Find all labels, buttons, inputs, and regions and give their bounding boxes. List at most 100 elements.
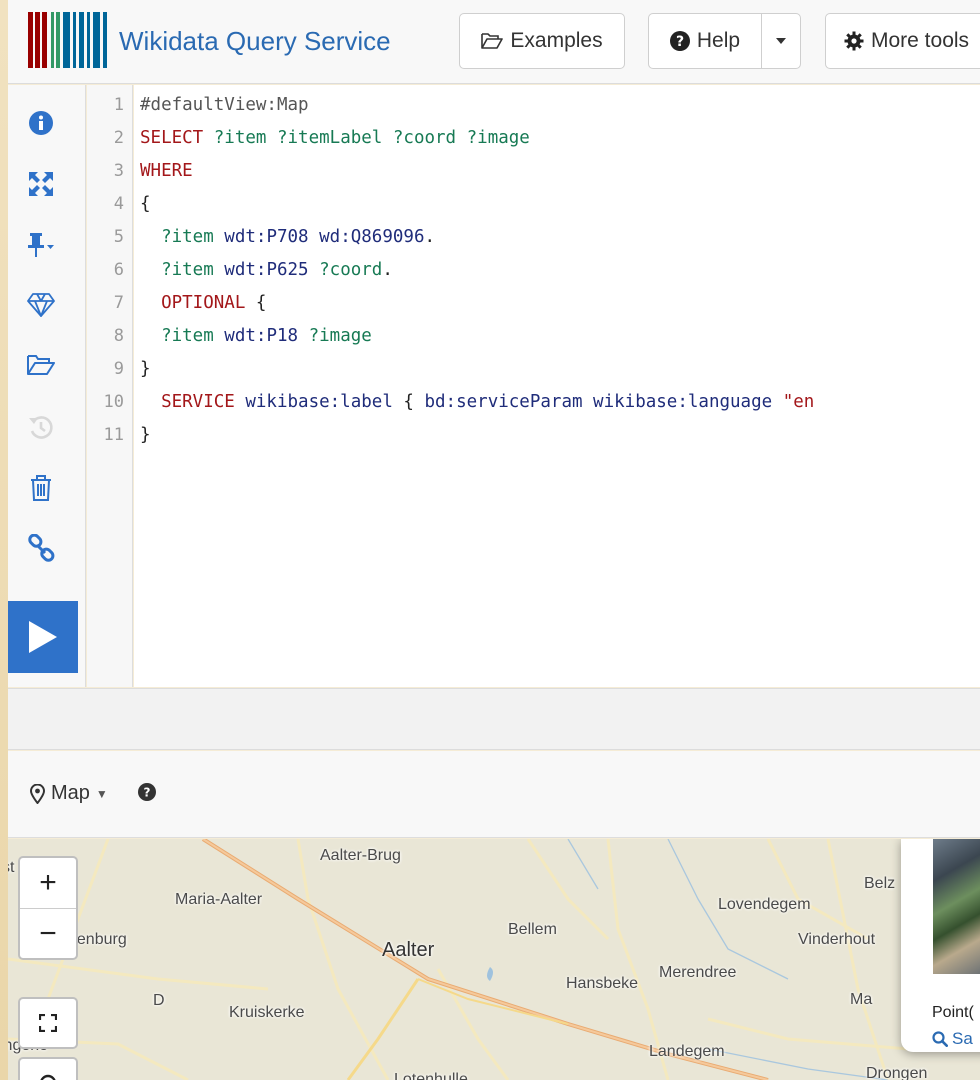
- results-map[interactable]: st Aalter-Brug Maria-Aalter Belz Lovende…: [8, 839, 980, 1080]
- navbar: Wikidata Query Service Examples ? Help M…: [8, 0, 980, 84]
- map-place-label: Vinderhout: [798, 931, 876, 948]
- help-label: Help: [696, 29, 741, 52]
- question-circle-icon: ?: [669, 31, 690, 51]
- code-line: SERVICE wikibase:label { bd:serviceParam…: [140, 386, 814, 419]
- query-helper-button[interactable]: [21, 285, 61, 325]
- map-place-label: Kruiskerke: [229, 1004, 305, 1021]
- map-place-label: Bellem: [508, 921, 557, 938]
- more-tools-button[interactable]: More tools: [825, 13, 980, 69]
- code-token: {: [255, 293, 267, 313]
- map-place-label: Aalter-Brug: [320, 847, 401, 864]
- expand-icon: [29, 172, 53, 196]
- line-number: 11: [103, 425, 124, 445]
- query-editor[interactable]: #defaultView:Map SELECT ?item ?itemLabel …: [134, 85, 980, 687]
- code-token: #defaultView:Map: [140, 95, 309, 115]
- code-token: wdt:P18: [224, 326, 309, 346]
- zoom-in-button[interactable]: +: [20, 858, 76, 908]
- folder-open-icon: [481, 33, 504, 49]
- map-place-label: Aalter: [382, 939, 435, 961]
- popup-coordinate: Point(: [932, 1004, 974, 1021]
- locate-button[interactable]: [18, 1057, 78, 1080]
- code-token: ?coord: [319, 260, 383, 280]
- map-place-label: Drongen: [866, 1065, 928, 1080]
- line-number: 2: [113, 128, 124, 148]
- code-line: {: [140, 188, 151, 221]
- code-token: WHERE: [140, 161, 193, 181]
- help-button[interactable]: ? Help: [648, 13, 762, 69]
- examples-button[interactable]: Examples: [459, 13, 625, 69]
- map-place-label: Lotenhulle: [394, 1071, 468, 1080]
- code-token: }: [140, 359, 151, 379]
- map-marker-icon: [30, 783, 45, 804]
- help-dropdown-toggle[interactable]: [761, 13, 801, 69]
- code-line: }: [140, 419, 151, 452]
- zoom-out-button[interactable]: −: [20, 908, 76, 958]
- link-icon: [28, 534, 55, 562]
- map-place-label: Lovendegem: [718, 896, 811, 913]
- popup-search-label: Sa: [952, 1029, 973, 1048]
- code-token: ?item: [140, 326, 225, 346]
- editor-status-bar: [8, 688, 980, 750]
- editor-toolbar: [8, 85, 86, 687]
- svg-text:?: ?: [676, 34, 684, 50]
- popup-search-link[interactable]: Sa: [932, 1029, 973, 1049]
- map-place-label: Maria-Aalter: [175, 891, 263, 908]
- code-token: wikibase:label: [245, 392, 404, 412]
- fullscreen-icon: [39, 1014, 57, 1032]
- map-place-label: Merendree: [659, 964, 737, 981]
- line-number-gutter: 1 2 3 4 5 6 7 8 9 10 11: [87, 85, 133, 687]
- code-token: SERVICE: [140, 392, 246, 412]
- line-number: 9: [113, 359, 124, 379]
- code-token: ?image: [308, 326, 372, 346]
- zoom-control: + −: [18, 856, 78, 960]
- fullscreen-button[interactable]: [18, 997, 78, 1049]
- code-token: SELECT: [140, 128, 214, 148]
- examples-label: Examples: [510, 29, 603, 52]
- play-icon: [29, 621, 57, 653]
- code-token: }: [140, 425, 151, 445]
- code-line: }: [140, 353, 151, 386]
- code-token: {: [403, 392, 425, 412]
- info-button[interactable]: [21, 103, 61, 143]
- gem-icon: [27, 293, 55, 317]
- code-line: WHERE: [140, 155, 193, 188]
- line-number: 4: [113, 194, 124, 214]
- app-title[interactable]: Wikidata Query Service: [119, 26, 391, 57]
- popup-image[interactable]: [933, 839, 980, 974]
- expand-button[interactable]: [21, 164, 61, 204]
- code-line: ?item wdt:P625 ?coord.: [140, 254, 393, 287]
- link-button[interactable]: [21, 528, 61, 568]
- code-token: ?item ?itemLabel ?coord ?image: [213, 128, 530, 148]
- code-token: .: [424, 227, 436, 247]
- line-number: 5: [113, 227, 124, 247]
- line-number: 7: [113, 293, 124, 313]
- view-help-button[interactable]: ?: [138, 783, 156, 806]
- map-place-label: st: [8, 859, 15, 876]
- code-token: wdt:P625: [224, 260, 320, 280]
- prefixes-button[interactable]: [21, 225, 61, 265]
- gear-icon: [844, 31, 864, 51]
- results-toolbar: Map ▼ ?: [8, 751, 980, 838]
- code-token: ?item: [140, 260, 225, 280]
- history-button[interactable]: [21, 407, 61, 447]
- locate-icon: [40, 1074, 56, 1080]
- run-query-button[interactable]: [8, 601, 78, 673]
- search-icon: [932, 1031, 948, 1047]
- trash-icon: [31, 475, 51, 501]
- caret-down-icon: ▼: [95, 786, 108, 801]
- result-view-dropdown[interactable]: Map ▼: [30, 782, 108, 805]
- wikidata-logo[interactable]: [28, 12, 112, 68]
- more-tools-label: More tools: [871, 29, 970, 52]
- code-token: ?item: [140, 227, 225, 247]
- line-number: 6: [113, 260, 124, 280]
- line-number: 3: [113, 161, 124, 181]
- code-line: ?item wdt:P18 ?image: [140, 320, 372, 353]
- delete-button[interactable]: [21, 468, 61, 508]
- map-place-label: Belz: [864, 875, 896, 892]
- open-button[interactable]: [21, 345, 61, 385]
- history-icon: [29, 416, 53, 439]
- code-token: bd:serviceParam wikibase:language: [424, 392, 783, 412]
- code-line: OPTIONAL {: [140, 287, 266, 320]
- code-token: OPTIONAL: [140, 293, 256, 313]
- line-number: 8: [113, 326, 124, 346]
